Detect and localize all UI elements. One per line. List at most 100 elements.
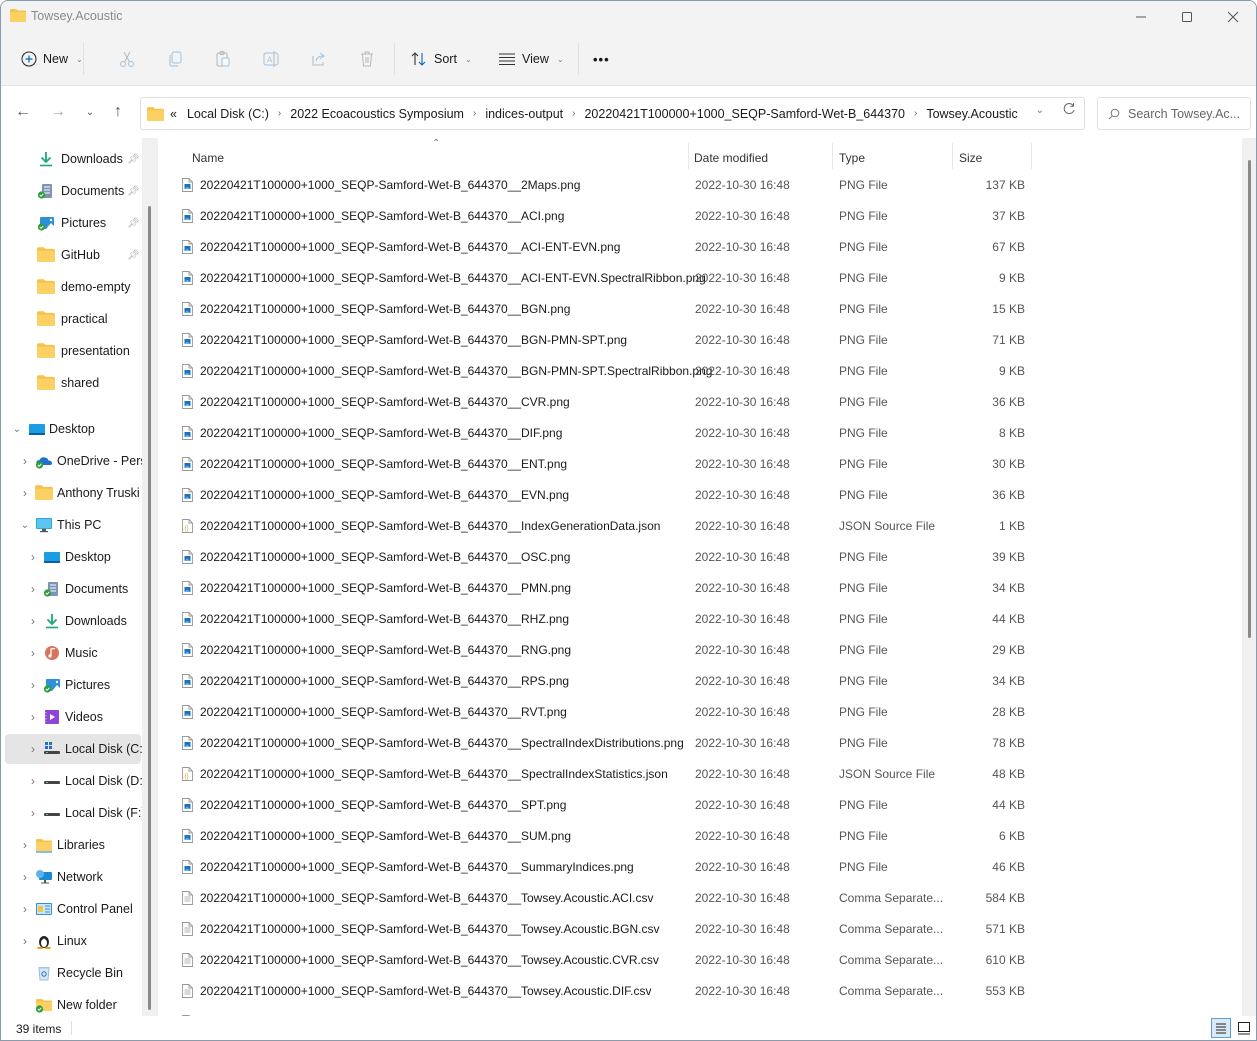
sidebar-tree-item[interactable]: › OneDrive - Pers: [5, 446, 142, 476]
chevron-right-icon[interactable]: ›: [27, 742, 39, 756]
breadcrumb-item[interactable]: Local Disk (C:): [181, 107, 275, 121]
file-row[interactable]: 20220421T100000+1000_SEQP-Samford-Wet-B_…: [176, 790, 1036, 821]
file-row[interactable]: 20220421T100000+1000_SEQP-Samford-Wet-B_…: [176, 697, 1036, 728]
sidebar-tree-item[interactable]: › Pictures: [5, 670, 141, 700]
file-row-partial[interactable]: [176, 1007, 1036, 1016]
sidebar-tree-item[interactable]: New folder: [5, 990, 141, 1016]
file-row[interactable]: 20220421T100000+1000_SEQP-Samford-Wet-B_…: [176, 387, 1036, 418]
file-row[interactable]: 20220421T100000+1000_SEQP-Samford-Wet-B_…: [176, 263, 1036, 294]
file-row[interactable]: 20220421T100000+1000_SEQP-Samford-Wet-B_…: [176, 449, 1036, 480]
view-button[interactable]: View ⌄: [498, 45, 564, 73]
address-bar[interactable]: « Local Disk (C:) › 2022 Ecoacoustics Sy…: [140, 97, 1085, 130]
close-button[interactable]: [1210, 1, 1256, 33]
chevron-right-icon[interactable]: ›: [27, 582, 39, 596]
sidebar-tree-item[interactable]: › Local Disk (C:): [5, 734, 142, 764]
file-row[interactable]: {} 20220421T100000+1000_SEQP-Samford-Wet…: [176, 759, 1036, 790]
file-row[interactable]: 20220421T100000+1000_SEQP-Samford-Wet-B_…: [176, 821, 1036, 852]
file-list-scrollbar[interactable]: [1242, 138, 1256, 1016]
file-row[interactable]: 20220421T100000+1000_SEQP-Samford-Wet-B_…: [176, 232, 1036, 263]
new-button[interactable]: New ⌄: [21, 45, 83, 73]
file-row[interactable]: 20220421T100000+1000_SEQP-Samford-Wet-B_…: [176, 945, 1036, 976]
back-button[interactable]: ←: [11, 100, 35, 124]
sidebar-tree-item[interactable]: › Music: [5, 638, 141, 668]
chevron-right-icon[interactable]: ›: [27, 550, 39, 564]
column-header-type[interactable]: Type: [839, 143, 865, 173]
chevron-right-icon[interactable]: ›: [27, 806, 39, 820]
delete-button[interactable]: [358, 45, 376, 73]
address-history-dropdown[interactable]: ⌄: [1036, 105, 1044, 116]
column-divider[interactable]: [688, 143, 689, 169]
chevron-right-icon[interactable]: ›: [27, 614, 39, 628]
column-divider[interactable]: [952, 143, 953, 169]
sidebar-tree-item[interactable]: › Local Disk (F:): [5, 798, 142, 828]
chevron-right-icon[interactable]: ›: [27, 710, 39, 724]
maximize-button[interactable]: [1164, 1, 1210, 33]
file-row[interactable]: 20220421T100000+1000_SEQP-Samford-Wet-B_…: [176, 883, 1036, 914]
sidebar-quick-access-item[interactable]: GitHub 📌︎: [5, 240, 141, 270]
search-box[interactable]: [1097, 97, 1251, 130]
chevron-right-icon[interactable]: ›: [275, 108, 284, 119]
chevron-right-icon[interactable]: ›: [27, 774, 39, 788]
chevron-right-icon[interactable]: ›: [27, 646, 39, 660]
breadcrumb-item-current[interactable]: Towsey.Acoustic: [920, 107, 1023, 121]
scrollbar-thumb[interactable]: [148, 206, 151, 1010]
copy-button[interactable]: [166, 45, 184, 73]
pin-icon[interactable]: 📌︎: [127, 154, 140, 165]
navigation-pane-scrollbar[interactable]: [142, 138, 158, 1016]
file-row[interactable]: 20220421T100000+1000_SEQP-Samford-Wet-B_…: [176, 604, 1036, 635]
column-divider[interactable]: [832, 143, 833, 169]
scrollbar-thumb[interactable]: [1248, 160, 1251, 638]
sidebar-tree-item[interactable]: Recycle Bin: [5, 958, 141, 988]
sidebar-tree-item[interactable]: › Network: [5, 862, 141, 892]
refresh-button[interactable]: [1062, 102, 1076, 120]
file-row[interactable]: 20220421T100000+1000_SEQP-Samford-Wet-B_…: [176, 573, 1036, 604]
sidebar-tree-item[interactable]: › Desktop: [5, 542, 141, 572]
file-row[interactable]: 20220421T100000+1000_SEQP-Samford-Wet-B_…: [176, 170, 1036, 201]
details-view-button[interactable]: [1211, 1018, 1231, 1038]
sidebar-quick-access-item[interactable]: shared: [5, 368, 141, 398]
sidebar-tree-item[interactable]: › Linux: [5, 926, 141, 956]
sort-button[interactable]: Sort ⌄: [410, 45, 472, 73]
file-row[interactable]: {} 20220421T100000+1000_SEQP-Samford-Wet…: [176, 511, 1036, 542]
chevron-right-icon[interactable]: ›: [911, 108, 920, 119]
file-row[interactable]: 20220421T100000+1000_SEQP-Samford-Wet-B_…: [176, 480, 1036, 511]
file-row[interactable]: 20220421T100000+1000_SEQP-Samford-Wet-B_…: [176, 976, 1036, 1007]
sidebar-quick-access-item[interactable]: Downloads 📌︎: [5, 144, 141, 174]
sidebar-tree-item[interactable]: ⌄ This PC: [5, 510, 141, 540]
sidebar-quick-access-item[interactable]: Pictures 📌︎: [5, 208, 141, 238]
file-row[interactable]: 20220421T100000+1000_SEQP-Samford-Wet-B_…: [176, 666, 1036, 697]
chevron-right-icon[interactable]: ›: [19, 838, 31, 852]
column-header-size[interactable]: Size: [959, 143, 982, 173]
file-row[interactable]: 20220421T100000+1000_SEQP-Samford-Wet-B_…: [176, 294, 1036, 325]
sidebar-quick-access-item[interactable]: practical: [5, 304, 141, 334]
file-row[interactable]: 20220421T100000+1000_SEQP-Samford-Wet-B_…: [176, 542, 1036, 573]
chevron-right-icon[interactable]: ›: [27, 678, 39, 692]
column-header-date-modified[interactable]: Date modified: [694, 143, 768, 173]
chevron-right-icon[interactable]: ›: [19, 870, 31, 884]
file-row[interactable]: 20220421T100000+1000_SEQP-Samford-Wet-B_…: [176, 201, 1036, 232]
breadcrumb-overflow[interactable]: «: [164, 107, 181, 121]
sidebar-tree-item[interactable]: › Libraries: [5, 830, 141, 860]
rename-button[interactable]: A: [262, 45, 280, 73]
sidebar-quick-access-item[interactable]: Documents 📌︎: [5, 176, 141, 206]
file-row[interactable]: 20220421T100000+1000_SEQP-Samford-Wet-B_…: [176, 356, 1036, 387]
up-button[interactable]: ↑: [106, 100, 130, 124]
forward-button[interactable]: →: [46, 100, 70, 124]
column-header-name[interactable]: Name: [192, 143, 224, 173]
sidebar-quick-access-item[interactable]: demo-empty: [5, 272, 141, 302]
file-row[interactable]: 20220421T100000+1000_SEQP-Samford-Wet-B_…: [176, 418, 1036, 449]
breadcrumb-item[interactable]: indices-output: [479, 107, 569, 121]
search-input[interactable]: [1126, 105, 1248, 122]
sidebar-tree-item[interactable]: › Videos: [5, 702, 141, 732]
chevron-down-icon[interactable]: ⌄: [19, 520, 31, 531]
chevron-down-icon[interactable]: ⌄: [11, 424, 23, 435]
breadcrumb-item[interactable]: 2022 Ecoacoustics Symposium: [284, 107, 470, 121]
sidebar-quick-access-item[interactable]: presentation: [5, 336, 141, 366]
paste-button[interactable]: [214, 45, 232, 73]
chevron-right-icon[interactable]: ›: [569, 108, 578, 119]
file-row[interactable]: 20220421T100000+1000_SEQP-Samford-Wet-B_…: [176, 852, 1036, 883]
chevron-right-icon[interactable]: ›: [19, 902, 31, 916]
large-icons-view-button[interactable]: [1234, 1018, 1254, 1038]
more-options-button[interactable]: •••: [593, 45, 610, 73]
chevron-right-icon[interactable]: ›: [19, 454, 31, 468]
